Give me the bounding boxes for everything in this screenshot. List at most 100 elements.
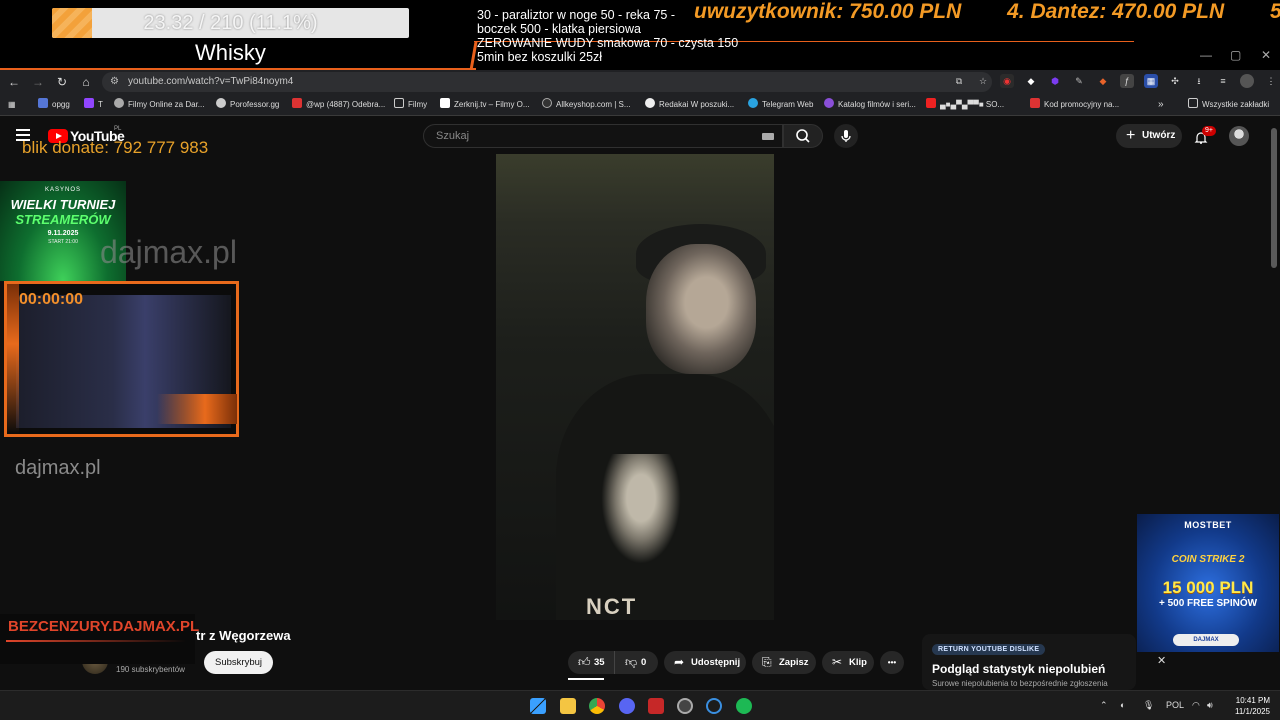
- create-button[interactable]: + Utwórz: [1116, 124, 1182, 148]
- donation-goal-bar: 23.32 / 210 (11.1%): [52, 8, 409, 38]
- back-arrow-icon[interactable]: ←: [6, 74, 22, 90]
- all-bookmarks-folder[interactable]: Wszystkie zakładki: [1188, 98, 1269, 112]
- keyboard-icon[interactable]: [762, 133, 774, 140]
- bookmark-item[interactable]: Allkeyshop.com | S...: [542, 98, 631, 112]
- extension-icon[interactable]: ◆: [1024, 74, 1038, 88]
- menu-icon[interactable]: ⋮: [1264, 74, 1278, 88]
- bookmark-label: Porofessor.gg: [230, 100, 280, 109]
- bookmark-favicon-icon: [645, 98, 655, 108]
- reload-icon[interactable]: ↻: [54, 74, 70, 90]
- puzzle-icon[interactable]: ✣: [1168, 74, 1182, 88]
- chrome-icon[interactable]: [589, 698, 605, 714]
- close-icon[interactable]: ✕: [1261, 48, 1271, 62]
- bookmark-item[interactable]: opgg: [38, 98, 70, 112]
- volume-icon[interactable]: 🔊︎: [1207, 700, 1213, 711]
- bookmark-favicon-icon: [84, 98, 94, 108]
- bookmark-item[interactable]: Redakai W poszuki...: [645, 98, 734, 112]
- account-avatar[interactable]: [1229, 126, 1249, 146]
- obs-icon[interactable]: [677, 698, 693, 714]
- notification-badge: 9+: [1202, 126, 1216, 136]
- like-button[interactable]: 👍︎ 35: [568, 651, 614, 674]
- bookmark-label: T: [98, 100, 103, 109]
- bookmark-item[interactable]: Zerknij.tv – Filmy O...: [440, 98, 530, 112]
- folder-icon: [1188, 98, 1198, 108]
- bookmark-label: ▄■▄▀▄▀▀■ SO...: [940, 100, 1005, 109]
- bookmarks-overflow[interactable]: »: [1158, 98, 1164, 112]
- share-button[interactable]: ➦ Udostępnij: [664, 651, 746, 674]
- voice-search-button[interactable]: [834, 124, 858, 148]
- blik-donate-text: blik donate: 792 777 983: [22, 138, 209, 157]
- dislike-button[interactable]: 👎︎ 0: [614, 651, 658, 674]
- tray-chevron-icon[interactable]: ⌃: [1100, 700, 1108, 711]
- bookmark-item[interactable]: T: [84, 98, 103, 112]
- bookmark-item[interactable]: Kod promocyjny na...: [1030, 98, 1119, 112]
- app-icon[interactable]: [648, 698, 664, 714]
- mostbet-amount: 15 000 PLN: [1162, 578, 1254, 597]
- microphone-icon[interactable]: 🎙︎: [1143, 700, 1154, 711]
- system-clock[interactable]: 10:41 PM 11/1/2025: [1222, 695, 1270, 717]
- address-bar[interactable]: ⚙ youtube.com/watch?v=TwPi84noym4: [102, 72, 992, 92]
- wifi-icon[interactable]: ◠: [1192, 700, 1200, 711]
- close-icon[interactable]: ✕: [1157, 654, 1166, 667]
- bookmark-item[interactable]: Telegram Web: [748, 98, 813, 112]
- bookmark-label: Telegram Web: [762, 100, 814, 109]
- steam-icon[interactable]: ◐: [1120, 700, 1125, 710]
- extension-icon[interactable]: ▦: [1144, 74, 1158, 88]
- bookmark-label: opgg: [52, 100, 70, 109]
- app-icon[interactable]: [706, 698, 722, 714]
- bookmark-item[interactable]: ▄■▄▀▄▀▀■ SO...: [926, 98, 1004, 112]
- extension-icon[interactable]: ◆: [1096, 74, 1110, 88]
- video-player[interactable]: NCT: [496, 154, 774, 620]
- share-label: Udostępnij: [691, 657, 741, 668]
- ryd-subtitle: Surowe niepolubienia to bezpośrednie zgł…: [932, 679, 1108, 688]
- subscribe-button[interactable]: Subskrybuj: [204, 651, 273, 674]
- more-actions-button[interactable]: •••: [880, 651, 904, 674]
- bookmark-star-icon[interactable]: ☆: [976, 74, 990, 88]
- extension-icon[interactable]: ✎: [1072, 74, 1086, 88]
- bookmark-favicon-icon: [824, 98, 834, 108]
- bookmark-item[interactable]: Porofessor.gg: [216, 98, 279, 112]
- bookmark-label: Wszystkie zakładki: [1202, 100, 1270, 109]
- mostbet-ad-banner: MOSTBET COIN STRIKE 2 15 000 PLN + 500 F…: [1137, 514, 1279, 652]
- donation-menu-line: ZEROWANIE WUDY smakowa 70 - czysta 150: [477, 36, 739, 50]
- dislike-count: 0: [641, 657, 647, 668]
- clip-button[interactable]: ✂ Klip: [822, 651, 874, 674]
- forward-arrow-icon[interactable]: →: [30, 74, 46, 90]
- extension-icon[interactable]: ƒ: [1120, 74, 1134, 88]
- home-icon[interactable]: ⌂: [78, 74, 94, 90]
- bookmark-favicon-icon: [216, 98, 226, 108]
- save-button[interactable]: ⎘ Zapisz: [752, 651, 816, 674]
- start-windows-icon[interactable]: [530, 698, 546, 714]
- search-button[interactable]: [783, 124, 823, 148]
- bookmark-label: Katalog filmów i seri...: [838, 100, 916, 109]
- spotify-icon[interactable]: [736, 698, 752, 714]
- thumbs-down-icon: 👎︎: [625, 655, 638, 669]
- search-input[interactable]: Szukaj: [423, 124, 783, 148]
- bookmark-item[interactable]: Filmy Online za Dar...: [114, 98, 204, 112]
- mostbet-badge: DAJMAX: [1173, 634, 1239, 646]
- site-info-icon[interactable]: ⚙: [110, 76, 122, 88]
- url-text[interactable]: youtube.com/watch?v=TwPi84noym4: [128, 72, 293, 92]
- profile-avatar-icon[interactable]: [1240, 74, 1254, 88]
- install-app-icon[interactable]: ⧉: [952, 74, 966, 88]
- maximize-icon[interactable]: ▢: [1230, 48, 1241, 62]
- telegram-icon: [748, 98, 758, 108]
- discord-icon[interactable]: [619, 698, 635, 714]
- minimize-icon[interactable]: —: [1200, 48, 1212, 62]
- media-icon[interactable]: ≡: [1216, 74, 1230, 88]
- folder-icon: [394, 98, 404, 108]
- share-arrow-icon: ➦: [674, 655, 685, 669]
- apps-grid-icon[interactable]: ▦: [8, 98, 16, 112]
- bookmarks-bar: ▦ opgg T Filmy Online za Dar... Porofess…: [0, 94, 1280, 116]
- bookmark-folder[interactable]: Filmy: [394, 98, 427, 112]
- bookmark-item[interactable]: Katalog filmów i seri...: [824, 98, 916, 112]
- top-donors-ticker: uwuzytkownik: 750.00 PLN 4. Dantez: 470.…: [694, 0, 1280, 26]
- language-indicator[interactable]: POL: [1166, 700, 1184, 710]
- file-explorer-icon[interactable]: [560, 698, 576, 714]
- page-scrollbar[interactable]: [1271, 128, 1277, 268]
- download-icon[interactable]: ⭳: [1192, 74, 1206, 88]
- extension-icon[interactable]: ⬢: [1048, 74, 1062, 88]
- ryd-tag: RETURN YOUTUBE DISLIKE: [932, 644, 1046, 655]
- bookmark-item[interactable]: @wp (4887) Odebra...: [292, 98, 385, 112]
- extension-icon[interactable]: ◉: [1000, 74, 1014, 88]
